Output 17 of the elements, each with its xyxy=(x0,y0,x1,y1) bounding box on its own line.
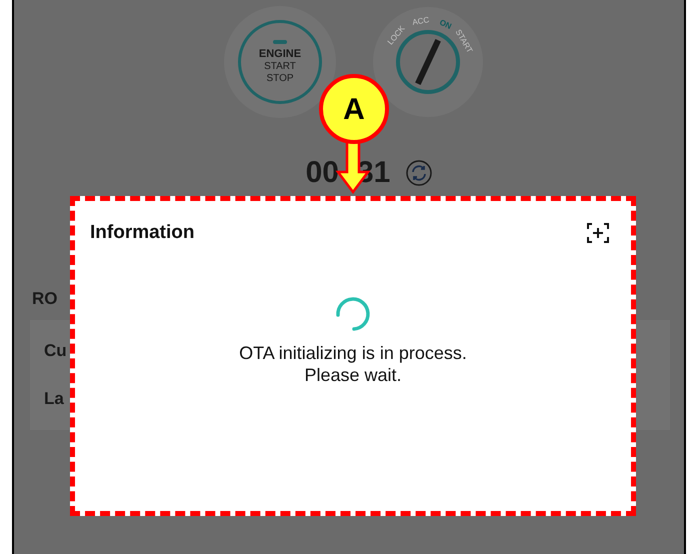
ignition-position-label: ON xyxy=(438,18,453,31)
button-label: ENGINE xyxy=(258,48,302,60)
loading-spinner-icon xyxy=(335,296,371,332)
row-label: La xyxy=(44,388,64,410)
refresh-icon[interactable] xyxy=(406,160,432,186)
engine-start-button[interactable]: ENGINE START STOP xyxy=(224,6,336,118)
section-title: RO xyxy=(32,288,58,310)
indicator-light-icon xyxy=(273,40,287,44)
row-label: Cu xyxy=(44,340,67,362)
expand-icon[interactable] xyxy=(587,223,609,244)
button-label: STOP xyxy=(266,72,294,84)
dialog-message: Please wait. xyxy=(304,364,402,386)
dialog-message: OTA initializing is in process. xyxy=(239,342,467,364)
ignition-position-label: ACC xyxy=(412,15,430,28)
dialog-title: Information xyxy=(90,221,194,245)
timer-text: 00 xyxy=(306,156,339,190)
button-label: START xyxy=(264,60,296,72)
